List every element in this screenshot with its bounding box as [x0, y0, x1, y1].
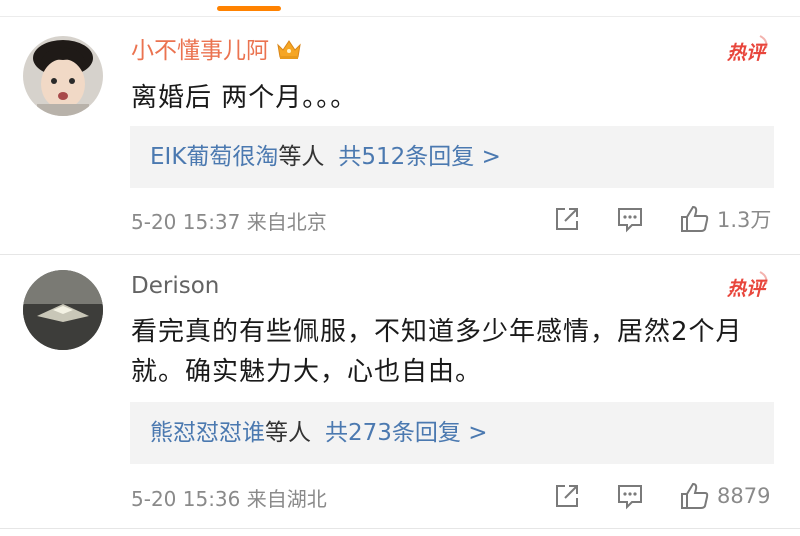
hot-comment-badge: 热评 [726, 34, 772, 66]
username[interactable]: 小不懂事儿阿 [131, 36, 303, 69]
comment-icon [618, 485, 642, 510]
top-divider [0, 16, 800, 17]
like-button[interactable]: 8879 [679, 480, 770, 512]
share-button[interactable] [553, 482, 581, 510]
comment-button[interactable] [616, 482, 644, 510]
hot-comment-badge: 热评 [726, 270, 772, 302]
like-icon [681, 482, 709, 509]
share-button[interactable] [553, 205, 581, 233]
reply-summary[interactable]: 熊怼怼怼谁等人 共273条回复 > [130, 402, 774, 464]
like-count: 8879 [717, 484, 771, 508]
comment-divider [0, 254, 800, 255]
share-icon [556, 208, 578, 230]
username[interactable]: Derison [131, 271, 219, 301]
avatar[interactable] [23, 270, 103, 350]
reply-count-link[interactable]: 共512条回复 > [338, 144, 500, 170]
username-text[interactable]: 小不懂事儿阿 [131, 38, 269, 64]
reply-user-names[interactable]: 熊怼怼怼谁 [150, 420, 265, 446]
reply-user-names[interactable]: EIK葡萄很淘 [150, 144, 278, 170]
comment-text: 离婚后 两个月。。。 [131, 83, 358, 113]
share-icon [556, 485, 578, 507]
comment-meta: 5-20 15:36 来自湖北 [131, 487, 327, 511]
avatar[interactable] [23, 36, 103, 116]
comment-meta: 5-20 15:37 来自北京 [131, 210, 327, 234]
like-icon [681, 205, 709, 232]
reply-count-link[interactable]: 共273条回复 > [325, 420, 487, 446]
comment-text: 看完真的有些佩服，不知道多少年感情，居然2个月就。确实魅力大，心也自由。 [131, 317, 743, 387]
comment-divider [0, 528, 800, 529]
hot-badge-text: 热评 [726, 42, 768, 64]
reply-others-label: 等人 [265, 420, 311, 446]
comment-button[interactable] [616, 205, 644, 233]
crown-icon [275, 37, 303, 69]
like-count: 1.3万 [717, 208, 772, 232]
reply-others-label: 等人 [278, 144, 325, 170]
reply-summary[interactable]: EIK葡萄很淘等人 共512条回复 > [130, 126, 774, 188]
active-tab-indicator [217, 6, 281, 11]
hot-badge-text: 热评 [726, 278, 768, 300]
like-button[interactable]: 1.3万 [679, 203, 771, 235]
comment-icon [618, 208, 642, 233]
